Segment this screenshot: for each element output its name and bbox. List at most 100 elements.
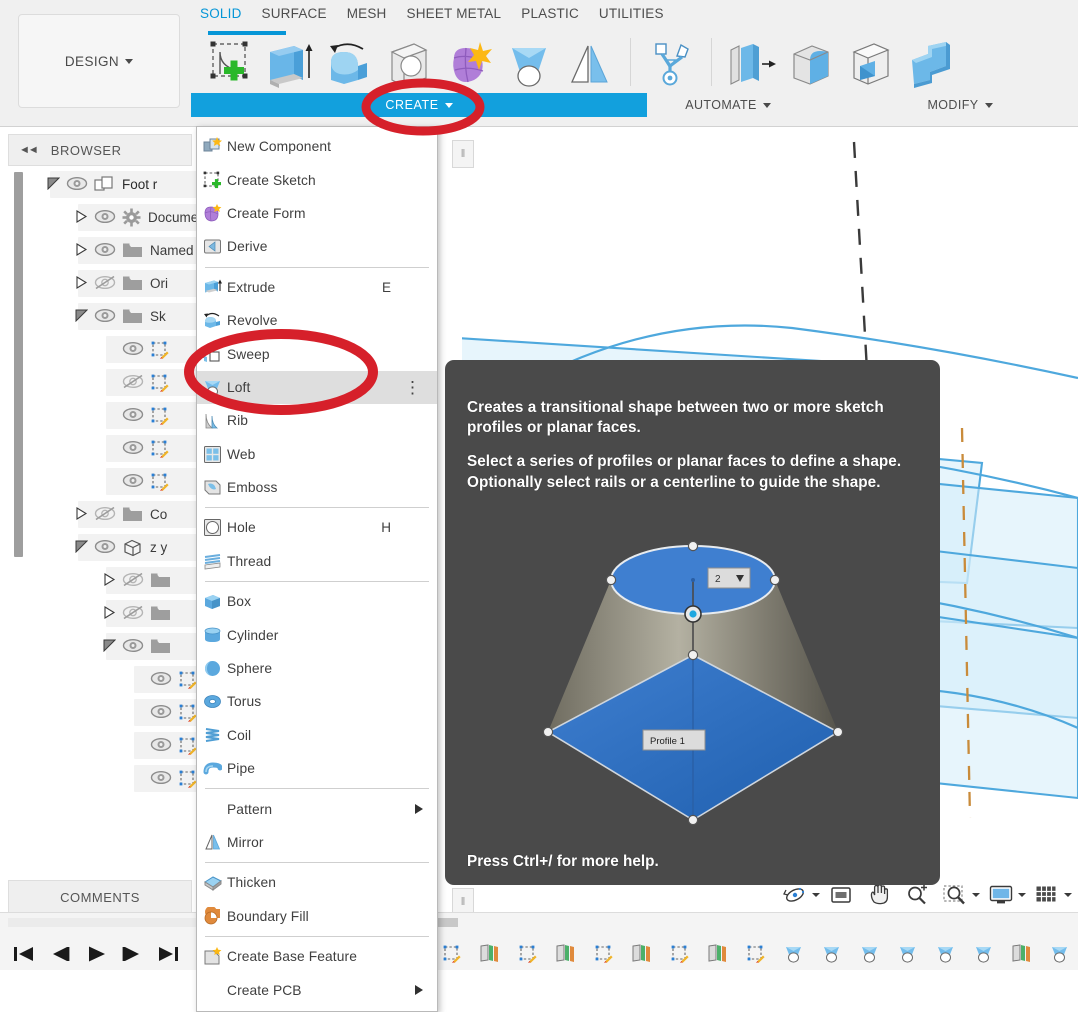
timeline-feature-sketch[interactable]: [508, 936, 546, 970]
timeline-feature-plane[interactable]: [698, 936, 736, 970]
eye-visible-icon[interactable]: [92, 209, 118, 227]
eye-hidden-icon[interactable]: [92, 506, 118, 524]
expand-triangle-down-icon[interactable]: [70, 540, 92, 556]
menu-item-coil[interactable]: Coil: [197, 719, 437, 752]
ribbon-tab-sheet-metal[interactable]: SHEET METAL: [397, 6, 512, 28]
menu-item-sweep[interactable]: Sweep: [197, 337, 437, 370]
timeline-feature-sketch[interactable]: [736, 936, 774, 970]
chevron-down-icon[interactable]: [972, 893, 980, 897]
ribbon-fillet-icon[interactable]: [782, 36, 840, 92]
timeline-feature-loft[interactable]: [812, 936, 850, 970]
eye-visible-icon[interactable]: [92, 539, 118, 557]
timeline-feature-list[interactable]: [432, 936, 1078, 970]
comments-panel-header[interactable]: COMMENTS: [8, 880, 192, 914]
eye-visible-icon[interactable]: [92, 308, 118, 326]
menu-item-cylinder[interactable]: Cylinder: [197, 618, 437, 651]
timeline-feature-plane[interactable]: [622, 936, 660, 970]
menu-item-torus[interactable]: Torus: [197, 685, 437, 718]
timeline-feature-sketch[interactable]: [584, 936, 622, 970]
menu-item-sphere[interactable]: Sphere: [197, 652, 437, 685]
timeline-playback-controls[interactable]: [6, 938, 186, 970]
menu-item-rib[interactable]: Rib: [197, 404, 437, 437]
menu-item-revolve[interactable]: Revolve: [197, 304, 437, 337]
ribbon-mirror-icon[interactable]: [560, 36, 618, 92]
expand-triangle-right-icon[interactable]: [98, 605, 120, 622]
menu-item-boundary-fill[interactable]: Boundary Fill: [197, 900, 437, 933]
play-icon[interactable]: [78, 939, 114, 969]
ribbon-revolve-icon[interactable]: [320, 36, 378, 92]
ribbon-tab-solid[interactable]: SOLID: [190, 6, 252, 28]
create-dropdown-menu[interactable]: New Component Create Sketch Create Form Der…: [196, 126, 438, 1012]
ribbon-automate-icon[interactable]: [641, 36, 699, 92]
ribbon-group-create[interactable]: CREATE: [191, 93, 647, 117]
expand-triangle-down-icon[interactable]: [98, 639, 120, 655]
timeline-feature-loft[interactable]: [1040, 936, 1078, 970]
step-forward-icon[interactable]: [114, 939, 150, 969]
chevron-down-icon[interactable]: [812, 893, 820, 897]
menu-item-mirror[interactable]: Mirror: [197, 826, 437, 859]
eye-hidden-icon[interactable]: [120, 572, 146, 590]
ribbon-create-sketch-icon[interactable]: [200, 36, 258, 92]
menu-item-thread[interactable]: Thread: [197, 545, 437, 578]
ribbon-shell-icon[interactable]: [842, 36, 900, 92]
ribbon-tab-mesh[interactable]: MESH: [337, 6, 397, 28]
menu-item-loft[interactable]: Loft ⋮: [197, 370, 437, 405]
menu-item-create-form[interactable]: Create Form: [197, 197, 437, 230]
menu-item-emboss[interactable]: Emboss: [197, 471, 437, 504]
workspace-switcher[interactable]: DESIGN: [18, 14, 180, 108]
menu-item-pattern[interactable]: Pattern: [197, 792, 437, 825]
menu-item-web[interactable]: Web: [197, 438, 437, 471]
menu-item-create-base-feature[interactable]: Create Base Feature: [197, 940, 437, 973]
timeline-feature-loft[interactable]: [926, 936, 964, 970]
ribbon-extrude-icon[interactable]: [260, 36, 318, 92]
ribbon-press-pull-icon[interactable]: [722, 36, 780, 92]
eye-hidden-icon[interactable]: [120, 374, 146, 392]
ribbon-create-form-icon[interactable]: [440, 36, 498, 92]
timeline-feature-sketch[interactable]: [660, 936, 698, 970]
timeline-feature-loft[interactable]: [850, 936, 888, 970]
expand-triangle-right-icon[interactable]: [70, 242, 92, 259]
menu-item-hole[interactable]: Hole H: [197, 511, 437, 544]
expand-triangle-down-icon[interactable]: [42, 177, 64, 193]
ribbon-offset-face-icon[interactable]: [902, 36, 960, 92]
eye-visible-icon[interactable]: [120, 473, 146, 491]
eye-hidden-icon[interactable]: [92, 275, 118, 293]
menu-item-extrude[interactable]: Extrude E: [197, 271, 437, 304]
eye-visible-icon[interactable]: [120, 341, 146, 359]
menu-item-create-sketch[interactable]: Create Sketch: [197, 163, 437, 196]
eye-visible-icon[interactable]: [148, 704, 174, 722]
timeline-feature-plane[interactable]: [546, 936, 584, 970]
menu-item-new-component[interactable]: New Component: [197, 130, 437, 163]
ribbon-tab-plastic[interactable]: PLASTIC: [511, 6, 589, 28]
menu-item-thicken[interactable]: Thicken: [197, 866, 437, 899]
collapse-left-icon[interactable]: ◄◄: [19, 144, 39, 156]
eye-visible-icon[interactable]: [148, 770, 174, 788]
eye-visible-icon[interactable]: [148, 737, 174, 755]
eye-visible-icon[interactable]: [120, 407, 146, 425]
ribbon-group-automate[interactable]: AUTOMATE: [668, 93, 788, 117]
timeline-feature-loft[interactable]: [964, 936, 1002, 970]
menu-item-pipe[interactable]: Pipe: [197, 752, 437, 785]
timeline-feature-loft[interactable]: [774, 936, 812, 970]
expand-triangle-right-icon[interactable]: [70, 506, 92, 523]
step-back-icon[interactable]: [42, 939, 78, 969]
expand-triangle-down-icon[interactable]: [70, 309, 92, 325]
ribbon-tab-utilities[interactable]: UTILITIES: [589, 6, 674, 28]
eye-visible-icon[interactable]: [92, 242, 118, 260]
zoom-window-icon[interactable]: [940, 880, 970, 910]
menu-item-box[interactable]: Box: [197, 585, 437, 618]
expand-triangle-right-icon[interactable]: [98, 572, 120, 589]
more-options-icon[interactable]: ⋮: [404, 379, 421, 396]
timeline-feature-loft[interactable]: [888, 936, 926, 970]
eye-visible-icon[interactable]: [120, 440, 146, 458]
panel-resize-handle[interactable]: ‖: [452, 140, 474, 168]
go-to-beginning-icon[interactable]: [6, 939, 42, 969]
menu-item-derive[interactable]: Derive: [197, 230, 437, 263]
eye-visible-icon[interactable]: [64, 176, 90, 194]
ribbon-hole-icon[interactable]: [380, 36, 438, 92]
chevron-down-icon[interactable]: [1018, 893, 1026, 897]
chevron-down-icon[interactable]: [1064, 893, 1072, 897]
go-to-end-icon[interactable]: [150, 939, 186, 969]
timeline-feature-plane[interactable]: [1002, 936, 1040, 970]
ribbon-loft-icon[interactable]: [500, 36, 558, 92]
